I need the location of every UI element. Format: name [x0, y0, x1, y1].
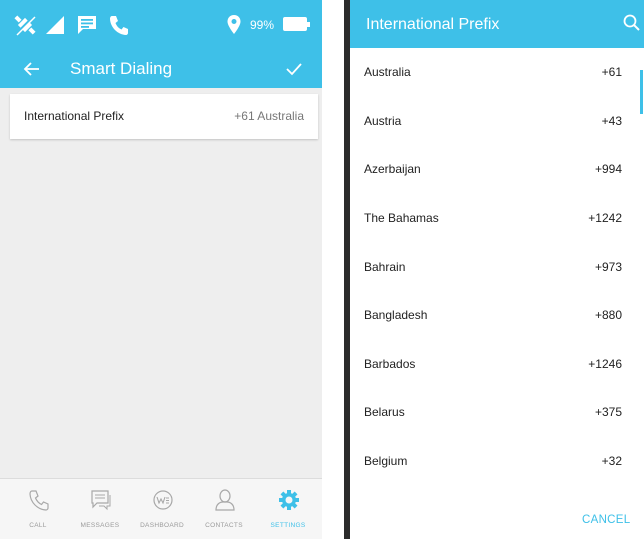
- dialog-header: International Prefix: [350, 0, 644, 48]
- back-arrow-icon[interactable]: [22, 58, 42, 80]
- nav-label-settings: SETTINGS: [270, 522, 306, 529]
- country-code: +43: [601, 114, 622, 128]
- list-scrollbar[interactable]: [640, 70, 643, 114]
- phone-icon: [110, 16, 128, 35]
- toolbar: Smart Dialing: [0, 52, 322, 88]
- signal-icon: [46, 16, 64, 34]
- nav-item-messages[interactable]: MESSAGES: [68, 479, 132, 539]
- country-name: Bahrain: [364, 260, 406, 274]
- cancel-button[interactable]: CANCEL: [582, 514, 630, 526]
- list-item[interactable]: Australia +61: [350, 48, 644, 96]
- message-icon: [78, 16, 96, 34]
- list-item[interactable]: Austria +43: [350, 97, 644, 145]
- list-item[interactable]: Azerbaijan +994: [350, 145, 644, 193]
- list-item[interactable]: Belgium +32: [350, 437, 644, 485]
- list-item[interactable]: Bahrain +973: [350, 243, 644, 291]
- country-name: Belarus: [364, 405, 405, 419]
- country-name: The Bahamas: [364, 211, 439, 225]
- location-icon: [227, 15, 241, 34]
- list-item[interactable]: Bangladesh +880: [350, 291, 644, 339]
- country-name: Bangladesh: [364, 308, 428, 322]
- country-name: Belgium: [364, 454, 408, 468]
- check-icon[interactable]: [284, 58, 304, 80]
- smart-dialing-screen: 99% Smart Dialing International Prefix +…: [0, 0, 322, 539]
- dialog-title: International Prefix: [366, 16, 500, 33]
- nav-item-call[interactable]: CALL: [6, 479, 70, 539]
- dashboard-icon: [153, 490, 173, 510]
- country-code: +994: [594, 162, 622, 176]
- setting-value: +61 Australia: [234, 109, 304, 123]
- setting-label: International Prefix: [24, 109, 125, 123]
- screen-divider: [322, 0, 344, 539]
- international-prefix-dialog-screen: International Prefix Australia +61 Austr…: [344, 0, 644, 539]
- country-name: Azerbaijan: [364, 162, 421, 176]
- nav-label-contacts: CONTACTS: [205, 522, 243, 529]
- list-item[interactable]: The Bahamas +1242: [350, 194, 644, 242]
- nav-item-settings[interactable]: SETTINGS: [256, 479, 320, 539]
- page-title: Smart Dialing: [70, 59, 173, 78]
- list-item[interactable]: Barbados +1246: [350, 340, 644, 388]
- country-code: +375: [594, 405, 622, 419]
- country-list: Australia +61 Austria +43 Azerbaijan +99…: [350, 48, 644, 488]
- battery-icon: [283, 17, 310, 31]
- international-prefix-setting[interactable]: International Prefix +61 Australia: [10, 94, 318, 139]
- phone-icon: [29, 490, 49, 511]
- country-code: +61: [601, 65, 622, 79]
- country-code: +1246: [588, 357, 622, 371]
- country-name: Barbados: [364, 357, 416, 371]
- country-code: +32: [601, 454, 622, 468]
- nav-label-call: CALL: [29, 522, 47, 529]
- country-code: +1242: [588, 211, 622, 225]
- country-code: +880: [594, 308, 622, 322]
- nav-item-dashboard[interactable]: DASHBOARD: [130, 479, 194, 539]
- contacts-icon: [215, 489, 235, 511]
- nav-label-messages: MESSAGES: [80, 522, 120, 529]
- no-gps-icon: [14, 15, 36, 36]
- list-item[interactable]: Belarus +375: [350, 388, 644, 436]
- status-bar: 99%: [0, 0, 322, 52]
- messages-icon: [91, 490, 111, 511]
- country-name: Austria: [364, 114, 402, 128]
- battery-percent: 99%: [250, 18, 275, 32]
- bottom-navigation: CALL MESSAGES DASHBOARD CONTACTS SETTING…: [0, 478, 322, 539]
- country-code: +973: [594, 260, 622, 274]
- search-icon[interactable]: [622, 13, 642, 33]
- gear-icon: [279, 490, 299, 510]
- country-name: Australia: [364, 65, 411, 79]
- nav-label-dashboard: DASHBOARD: [140, 522, 184, 529]
- nav-item-contacts[interactable]: CONTACTS: [192, 479, 256, 539]
